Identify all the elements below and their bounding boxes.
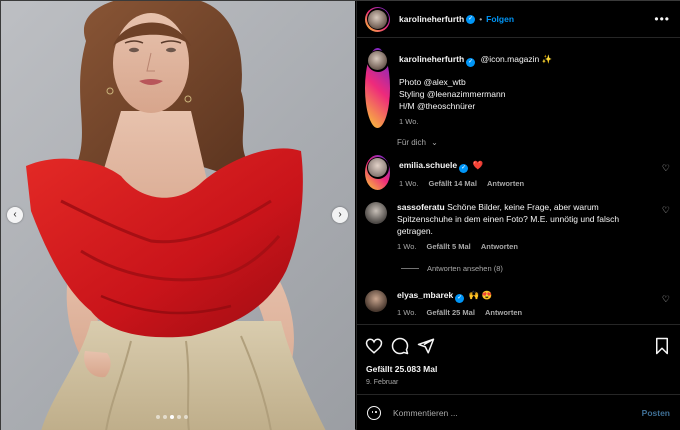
caption-line: Styling @leenazimmermann [399,89,506,99]
follow-button[interactable]: Folgen [486,14,514,24]
divider-line [401,268,419,269]
bookmark-save-icon[interactable] [654,337,670,355]
avatar[interactable] [365,290,387,312]
caption: karolineherfurth ✓ @icon.magazin ✨ Photo … [365,48,672,128]
post-photo[interactable]: ‹ › [1,1,355,430]
carousel-dots [156,415,188,419]
like-heart-icon[interactable] [365,337,383,355]
carousel-dot [177,415,181,419]
verified-badge-icon: ✓ [459,164,469,173]
like-comment-heart-icon[interactable]: ♡ [662,294,670,305]
share-send-icon[interactable] [417,337,435,355]
comment-time: 1 Wo. [399,179,419,188]
verified-badge-icon: ✓ [466,58,476,67]
verified-badge-icon: ✓ [455,294,465,303]
like-comment-heart-icon[interactable]: ♡ [662,163,670,174]
carousel-dot-active [170,415,174,419]
caption-time: 1 Wo. [399,117,419,126]
carousel-prev-button[interactable]: ‹ [7,207,23,223]
avatar[interactable] [365,202,387,224]
comment-composer: Posten [357,394,680,430]
comment-username[interactable]: elyas_mbarek [397,290,453,300]
more-options-icon[interactable]: ••• [654,12,670,26]
comment-bubble-icon[interactable] [391,337,409,355]
avatar [368,158,387,177]
sparkles-emoji: ✨ [541,54,553,64]
caption-username[interactable]: karolineherfurth [399,54,464,64]
caption-avatar-ring[interactable] [365,48,390,128]
post-details-panel: karolineherfurth ✓ • Folgen ••• karoline… [356,1,680,430]
comment-item: sassoferatu Schöne Bilder, keine Frage, … [365,201,672,253]
for-you-label: Für dich [397,138,426,147]
commenter-avatar-ring[interactable] [365,155,390,190]
carousel-dot [163,415,167,419]
view-replies-label: Antworten ansehen (8) [427,264,503,273]
post-date: 9. Februar [366,379,399,386]
clapping-heart-eyes-emoji: 🙌 😍 [468,290,493,300]
reply-button[interactable]: Antworten [481,242,518,251]
comment-username[interactable]: sassoferatu [397,202,445,212]
caption-line: Photo @alex_wtb [399,77,466,87]
separator-dot: • [479,14,483,24]
post-header: karolineherfurth ✓ • Folgen ••• [357,1,680,38]
comment-item: elyas_mbarek ✓ 🙌 😍 1 Wo. Gefällt 25 Mal A… [365,289,672,319]
comment-item: emilia.schuele ✓ ❤️ 1 Wo. Gefällt 14 Mal … [365,155,672,190]
instagram-post-modal: ‹ › karolineherfurth ✓ • Folgen ••• karo… [0,0,680,430]
post-likes-count[interactable]: Gefällt 25.083 Mal [366,364,437,374]
comment-time: 1 Wo. [397,242,417,251]
verified-badge-icon: ✓ [466,14,476,24]
emoji-picker-icon[interactable] [367,406,381,420]
carousel-next-button[interactable]: › [332,207,348,223]
reply-button[interactable]: Antworten [485,308,522,317]
author-avatar-ring[interactable] [365,6,390,32]
comment-likes[interactable]: Gefällt 25 Mal [427,308,475,317]
reply-button[interactable]: Antworten [487,179,524,188]
comment-likes[interactable]: Gefällt 5 Mal [427,242,471,251]
for-you-dropdown[interactable]: Für dich ⌄ [397,138,438,147]
post-comment-button[interactable]: Posten [642,408,670,418]
view-replies-button[interactable]: Antworten ansehen (8) [401,264,503,273]
comments-scroll[interactable]: karolineherfurth ✓ @icon.magazin ✨ Photo … [357,39,680,323]
caption-line: H/M @theoschnürer [399,101,476,111]
like-comment-heart-icon[interactable]: ♡ [662,205,670,216]
carousel-dot [156,415,160,419]
heart-emoji: ❤️ [472,160,484,170]
post-actions: Gefällt 25.083 Mal 9. Februar [357,324,680,394]
carousel-dot [184,415,188,419]
author-username[interactable]: karolineherfurth [399,14,464,24]
avatar [368,9,387,29]
chevron-down-icon: ⌄ [431,138,438,147]
portrait-photo-illustration [26,1,326,430]
comment-username[interactable]: emilia.schuele [399,160,457,170]
comment-input[interactable] [393,408,642,418]
avatar [368,51,387,70]
caption-mention-link[interactable]: @icon.magazin [481,54,540,64]
comment-time: 1 Wo. [397,308,417,317]
comment-likes[interactable]: Gefällt 14 Mal [429,179,477,188]
